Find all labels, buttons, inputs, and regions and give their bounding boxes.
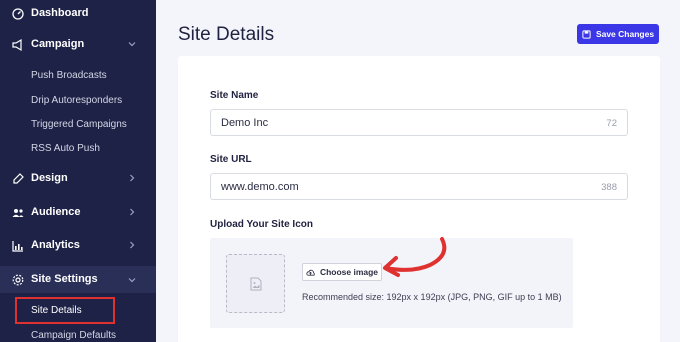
sidebar-item-site-details[interactable]: Site Details: [15, 297, 115, 324]
users-icon: [12, 209, 24, 217]
chevron-down-icon: [128, 278, 136, 283]
sidebar-item-triggered-campaigns[interactable]: Triggered Campaigns: [31, 119, 127, 130]
nav-analytics[interactable]: Analytics: [0, 234, 156, 258]
sidebar: Dashboard Campaign Push Broadcasts Drip …: [0, 0, 156, 342]
save-icon: [582, 29, 591, 39]
nav-design[interactable]: Design: [0, 167, 156, 191]
site-name-field[interactable]: Demo Inc 72: [210, 109, 628, 136]
recommended-size-text: Recommended size: 192px x 192px (JPG, PN…: [302, 292, 562, 302]
save-changes-button[interactable]: Save Changes: [577, 24, 659, 44]
site-name-value: Demo Inc: [221, 117, 269, 129]
sidebar-item-site-details-label: Site Details: [31, 305, 82, 316]
upload-icon-label: Upload Your Site Icon: [210, 219, 313, 230]
nav-audience[interactable]: Audience: [0, 201, 156, 225]
megaphone-icon: [12, 38, 22, 52]
sidebar-item-drip-autoresponders[interactable]: Drip Autoresponders: [31, 95, 122, 106]
bar-chart-icon: [12, 241, 23, 252]
nav-dashboard-label: Dashboard: [31, 7, 89, 19]
nav-design-label: Design: [31, 172, 68, 184]
upload-cloud-icon: [306, 269, 315, 276]
red-arrow-annotation: [383, 237, 447, 277]
brush-icon: [13, 173, 24, 184]
site-url-field[interactable]: www.demo.com 388: [210, 173, 628, 200]
chevron-right-icon: [130, 208, 135, 216]
nav-analytics-label: Analytics: [31, 239, 80, 251]
chevron-down-icon: [128, 42, 136, 47]
image-file-icon: [250, 277, 262, 291]
nav-site-settings-label: Site Settings: [31, 273, 98, 285]
site-name-char-count: 72: [606, 118, 617, 129]
dashboard-icon: [12, 8, 24, 20]
save-changes-label: Save Changes: [595, 29, 655, 39]
nav-campaign-label: Campaign: [31, 38, 85, 50]
sidebar-item-rss-auto-push[interactable]: RSS Auto Push: [31, 143, 100, 154]
icon-dropzone[interactable]: [226, 254, 285, 313]
nav-audience-label: Audience: [31, 206, 81, 218]
nav-site-settings[interactable]: Site Settings: [0, 266, 156, 293]
page-title: Site Details: [178, 24, 275, 45]
chevron-right-icon: [130, 174, 135, 182]
site-url-char-count: 388: [601, 182, 617, 193]
nav-campaign[interactable]: Campaign: [0, 33, 156, 57]
gear-icon: [12, 274, 24, 286]
site-name-label: Site Name: [210, 90, 259, 101]
site-url-label: Site URL: [210, 154, 252, 165]
chevron-right-icon: [130, 241, 135, 249]
sidebar-item-campaign-defaults[interactable]: Campaign Defaults: [31, 330, 116, 341]
site-url-value: www.demo.com: [221, 181, 299, 193]
nav-dashboard[interactable]: Dashboard: [0, 2, 156, 26]
sidebar-item-push-broadcasts[interactable]: Push Broadcasts: [31, 70, 107, 81]
